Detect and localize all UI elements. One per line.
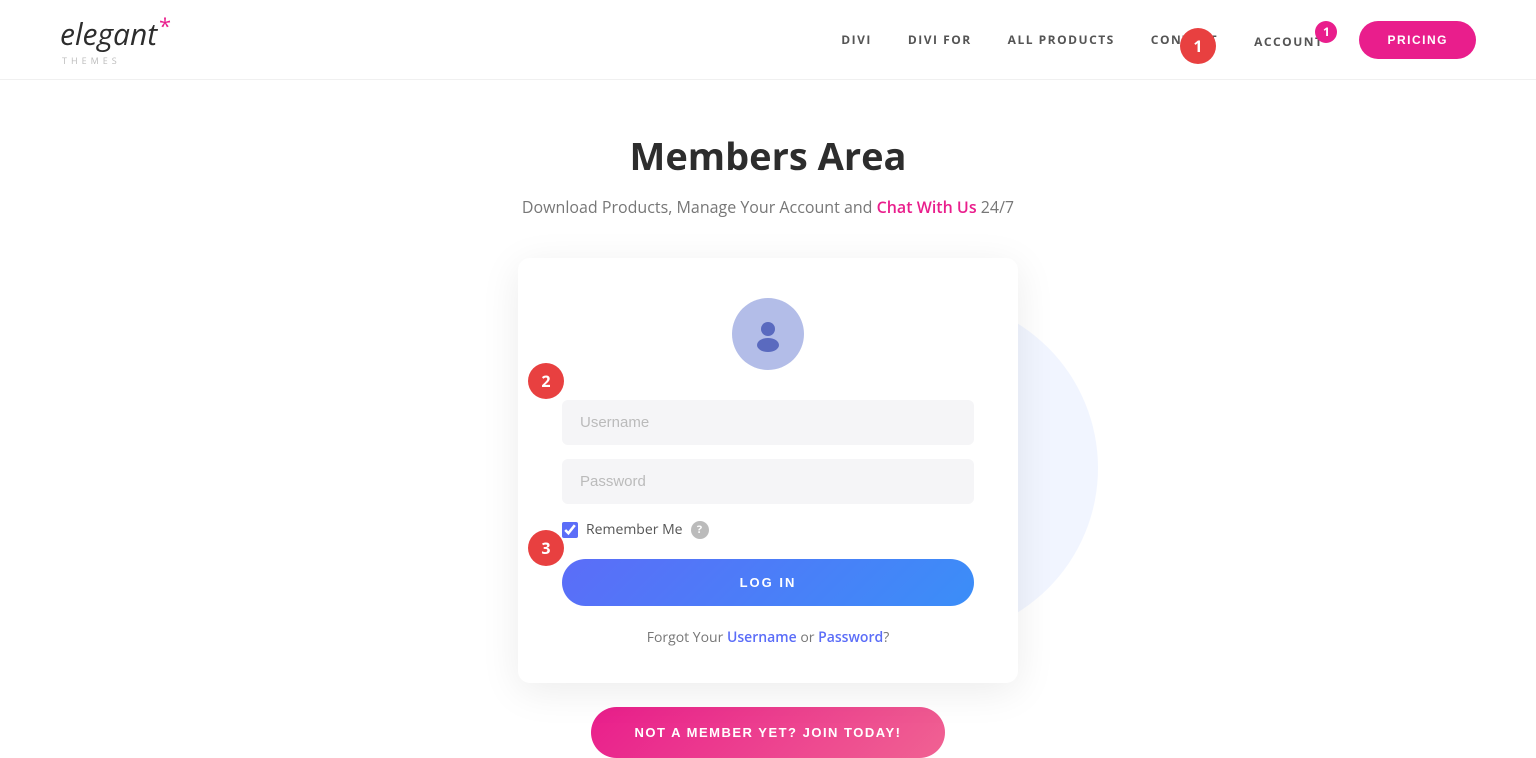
logo: elegant * themes (60, 13, 157, 67)
nav-account-wrapper: ACCOUNT 1 (1254, 29, 1323, 51)
forgot-prefix: Forgot Your (647, 628, 727, 647)
page-subtitle: Download Products, Manage Your Account a… (522, 196, 1014, 218)
chat-link[interactable]: Chat With Us (877, 196, 977, 218)
login-button[interactable]: LOG IN (562, 559, 974, 606)
account-notification-badge: 1 (1315, 21, 1337, 43)
nav-divi-for[interactable]: DIVI FOR (908, 31, 972, 48)
main-nav: DIVI DIVI FOR ALL PRODUCTS CONTACT ACCOU… (841, 21, 1476, 59)
logo-subtext: themes (60, 54, 121, 67)
logo-text: elegant (60, 13, 157, 54)
user-icon (750, 316, 786, 352)
site-header: elegant * themes DIVI DIVI FOR ALL PRODU… (0, 0, 1536, 80)
annotation-badge-3: 3 (528, 530, 564, 566)
remember-me-checkbox[interactable] (562, 522, 578, 538)
username-input[interactable] (562, 400, 974, 445)
main-content: Members Area Download Products, Manage Y… (0, 80, 1536, 758)
annotation-badge-1: 1 (1180, 28, 1216, 64)
join-section: NOT A MEMBER YET? JOIN TODAY! (591, 707, 946, 758)
nav-divi[interactable]: DIVI (841, 31, 872, 48)
forgot-text: Forgot Your Username or Password? (647, 628, 890, 647)
join-button[interactable]: NOT A MEMBER YET? JOIN TODAY! (591, 707, 946, 758)
remember-me-label: Remember Me (586, 520, 683, 539)
nav-account[interactable]: ACCOUNT (1254, 33, 1323, 50)
forgot-username-link[interactable]: Username (727, 628, 797, 647)
subtitle-after: 24/7 (977, 196, 1014, 218)
login-card-wrapper: Remember Me ? LOG IN Forgot Your Usernam… (518, 258, 1018, 683)
nav-all-products[interactable]: ALL PRODUCTS (1008, 31, 1115, 48)
page-title: Members Area (630, 130, 907, 182)
password-input[interactable] (562, 459, 974, 504)
subtitle-before: Download Products, Manage Your Account a… (522, 196, 877, 218)
help-icon[interactable]: ? (691, 521, 709, 539)
forgot-suffix: ? (883, 628, 889, 647)
user-avatar (732, 298, 804, 370)
annotation-badge-2: 2 (528, 363, 564, 399)
pricing-button[interactable]: PRICING (1359, 21, 1476, 59)
logo-asterisk: * (159, 11, 171, 41)
remember-me-row: Remember Me ? (562, 520, 974, 539)
forgot-password-link[interactable]: Password (818, 628, 883, 647)
login-card: Remember Me ? LOG IN Forgot Your Usernam… (518, 258, 1018, 683)
forgot-or: or (797, 628, 818, 647)
